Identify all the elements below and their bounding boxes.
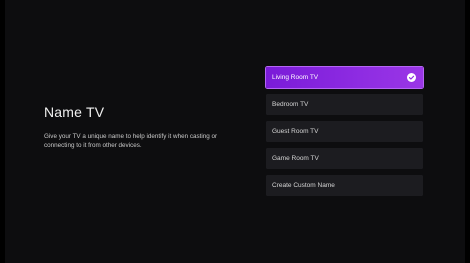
option-living-room-tv[interactable]: Living Room TV [266,67,423,88]
tv-name-options: Living Room TV Bedroom TV Guest Room TV … [266,67,423,202]
page-description: Give your TV a unique name to help ident… [44,133,218,149]
option-create-custom-name[interactable]: Create Custom Name [266,175,423,196]
check-circle-icon [407,73,416,82]
option-label: Game Room TV [272,155,319,162]
page-title: Name TV [44,104,105,120]
option-guest-room-tv[interactable]: Guest Room TV [266,121,423,142]
option-label: Living Room TV [272,74,319,81]
option-label: Guest Room TV [272,128,319,135]
option-game-room-tv[interactable]: Game Room TV [266,148,423,169]
option-bedroom-tv[interactable]: Bedroom TV [266,94,423,115]
option-label: Bedroom TV [272,101,309,108]
tv-screen: Name TV Give your TV a unique name to he… [0,0,470,263]
name-tv-info: Name TV Give your TV a unique name to he… [44,104,244,150]
option-label: Create Custom Name [272,182,335,189]
